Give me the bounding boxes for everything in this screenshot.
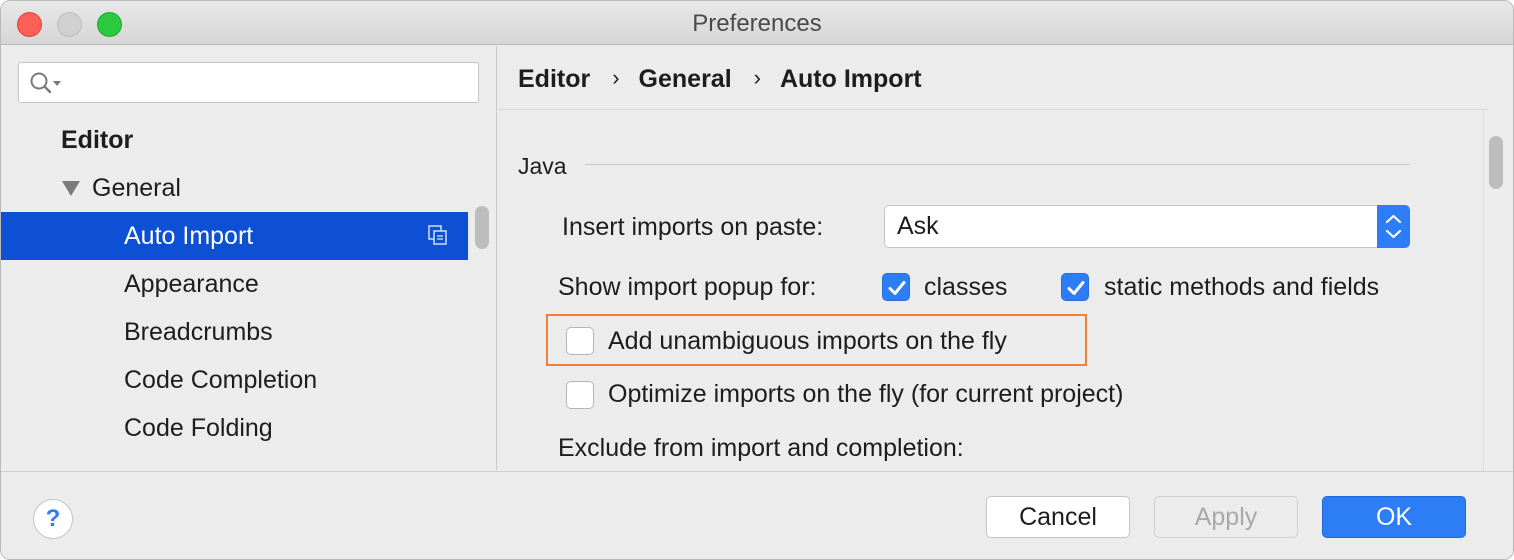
optimize-imports-label[interactable]: Optimize imports on the fly (for current…	[608, 380, 1123, 409]
search-icon	[30, 72, 61, 94]
breadcrumb: Editor › General › Auto Import	[518, 65, 922, 94]
insert-imports-label: Insert imports on paste:	[562, 213, 824, 241]
sidebar-item-label: Appearance	[124, 270, 259, 298]
sidebar-item-general[interactable]: General	[1, 164, 468, 212]
classes-label[interactable]: classes	[924, 273, 1007, 302]
sidebar-item-code-completion[interactable]: Code Completion	[1, 356, 468, 404]
insert-imports-select[interactable]: Ask	[884, 205, 1410, 248]
static-methods-label[interactable]: static methods and fields	[1104, 273, 1379, 302]
sidebar-item-label: Code Folding	[124, 414, 273, 442]
sidebar-item-label: Code Completion	[124, 366, 318, 394]
breadcrumb-item-general[interactable]: General	[639, 65, 732, 94]
header-divider	[498, 109, 1488, 110]
checkmark-icon	[1067, 281, 1085, 295]
settings-content: Editor › General › Auto Import Java Insert i…	[498, 46, 1513, 471]
window-title: Preferences	[692, 10, 822, 37]
sidebar-item-label: General	[92, 174, 181, 202]
title-bar: Preferences	[1, 1, 1513, 45]
ok-button[interactable]: OK	[1322, 496, 1466, 538]
optimize-imports-checkbox[interactable]	[566, 381, 594, 409]
checkmark-icon	[888, 281, 906, 295]
section-divider	[585, 164, 1410, 165]
search-input[interactable]	[18, 62, 479, 103]
dialog-footer: ? Cancel Apply OK	[1, 471, 1513, 559]
add-unambiguous-label[interactable]: Add unambiguous imports on the fly	[608, 327, 1007, 356]
sidebar-item-label: Breadcrumbs	[124, 318, 273, 346]
breadcrumb-item-editor[interactable]: Editor	[518, 65, 590, 94]
section-title-java: Java	[518, 153, 567, 179]
sidebar-scrollbar[interactable]	[475, 206, 489, 249]
sidebar-item-label: Editor	[61, 126, 134, 154]
breadcrumb-separator-icon: ›	[753, 65, 761, 90]
apply-button[interactable]: Apply	[1154, 496, 1298, 538]
exclude-label: Exclude from import and completion:	[558, 434, 964, 462]
classes-checkbox[interactable]	[882, 273, 910, 301]
help-button[interactable]: ?	[33, 499, 73, 539]
expand-arrow-icon[interactable]	[62, 181, 80, 196]
static-methods-checkbox[interactable]	[1061, 273, 1089, 301]
sidebar: Editor General Auto Import Appearance Br…	[1, 46, 497, 471]
add-unambiguous-checkbox[interactable]	[566, 327, 594, 355]
import-popup-label: Show import popup for:	[558, 273, 817, 301]
select-arrows-icon[interactable]	[1377, 205, 1410, 248]
sidebar-item-auto-import[interactable]: Auto Import	[1, 212, 468, 260]
breadcrumb-item-auto-import: Auto Import	[779, 65, 922, 93]
cancel-button[interactable]: Cancel	[986, 496, 1130, 538]
content-scrollbar[interactable]	[1489, 136, 1503, 189]
sidebar-item-breadcrumbs[interactable]: Breadcrumbs	[1, 308, 468, 356]
sidebar-item-label: Auto Import	[124, 222, 254, 250]
sidebar-item-editor[interactable]: Editor	[1, 116, 468, 164]
sidebar-item-code-folding[interactable]: Code Folding	[1, 404, 468, 452]
insert-imports-value: Ask	[897, 212, 939, 240]
project-settings-icon	[428, 225, 447, 245]
breadcrumb-separator-icon: ›	[612, 65, 620, 90]
preferences-window: Preferences Editor General Auto Import A…	[0, 0, 1514, 560]
sidebar-item-appearance[interactable]: Appearance	[1, 260, 468, 308]
